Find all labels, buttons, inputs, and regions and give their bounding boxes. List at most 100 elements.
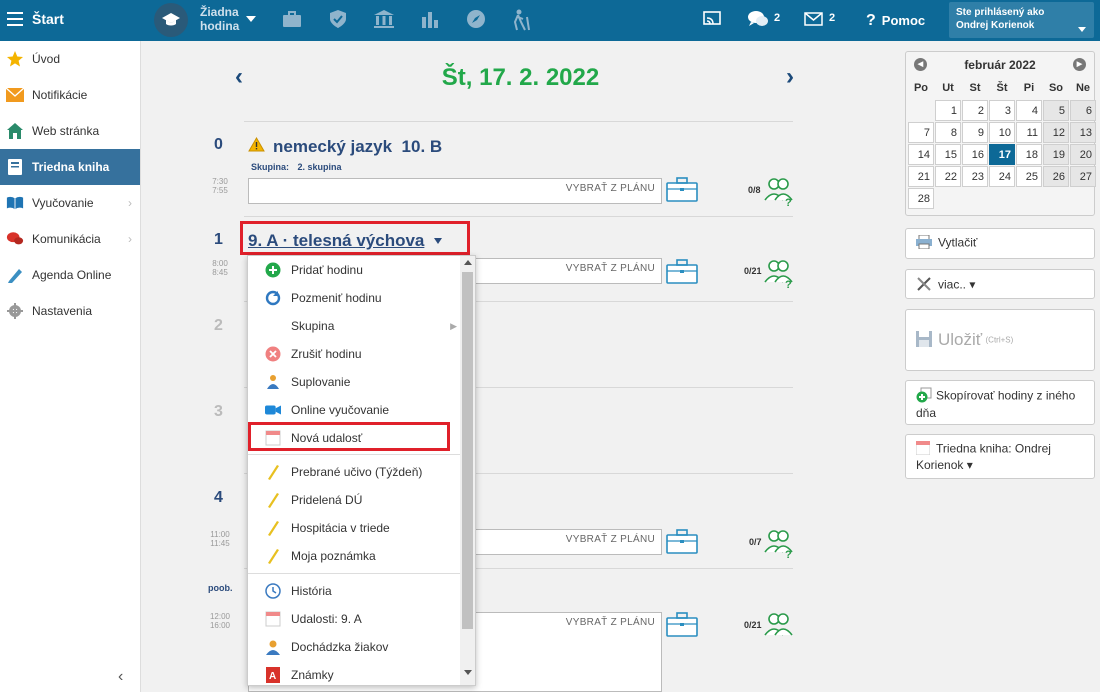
briefcase-icon[interactable] (666, 258, 698, 284)
menu-item-modify-lesson[interactable]: Pozmeniť hodinu (248, 284, 461, 312)
print-label: Vytlačiť (938, 235, 978, 250)
sidebar-item-triedna-kniha[interactable]: Triedna kniha (0, 149, 140, 185)
start-link[interactable]: Štart (32, 11, 64, 27)
briefcase-icon[interactable] (282, 9, 302, 34)
print-button[interactable]: Vytlačiť (905, 228, 1095, 259)
chat-icon[interactable] (747, 10, 769, 33)
menu-item-class-events[interactable]: Udalosti: 9. A (248, 605, 461, 633)
calendar-day[interactable]: 20 (1070, 144, 1096, 165)
menu-item-my-note[interactable]: Moja poznámka (248, 542, 461, 570)
calendar-day[interactable]: 28 (908, 188, 934, 209)
bar-chart-icon[interactable] (421, 9, 439, 34)
calendar-day[interactable]: 4 (1016, 100, 1042, 121)
calendar-day-today[interactable]: 17 (989, 144, 1015, 165)
menu-item-inspection[interactable]: Hospitácia v triede (248, 514, 461, 542)
hiking-icon[interactable] (510, 9, 532, 36)
time-start: 8:00 (212, 259, 228, 268)
students-icon[interactable]: ? (763, 528, 795, 561)
calendar-day[interactable]: 1 (935, 100, 961, 121)
sidebar-item-web-stranka[interactable]: Web stránka (0, 113, 140, 149)
calendar-day[interactable]: 19 (1043, 144, 1069, 165)
sidebar-item-vyucovanie[interactable]: Vyučovanie › (0, 185, 140, 221)
classbook-button[interactable]: Triedna kniha: Ondrej Korienok ▾ (905, 434, 1095, 479)
save-button[interactable]: Uložiť (Ctrl+S) (905, 309, 1095, 371)
sidebar-item-nastavenia[interactable]: Nastavenia (0, 293, 140, 329)
chat-icon (6, 230, 24, 248)
graduation-cap-icon[interactable] (154, 3, 188, 37)
calendar-day[interactable]: 25 (1016, 166, 1042, 187)
calendar-day[interactable]: 26 (1043, 166, 1069, 187)
calendar-day[interactable]: 21 (908, 166, 934, 187)
calendar-day[interactable]: 12 (1043, 122, 1069, 143)
calendar-day[interactable]: 11 (1016, 122, 1042, 143)
sidebar-item-agenda-online[interactable]: Agenda Online (0, 257, 140, 293)
shield-icon[interactable] (329, 9, 347, 34)
calendar-prev-icon[interactable]: ◀ (914, 58, 927, 71)
hour-label-line1: Žiadna (200, 5, 239, 19)
sidebar-item-uvod[interactable]: Úvod (0, 41, 140, 77)
menu-icon[interactable] (7, 12, 23, 26)
menu-item-online-teaching[interactable]: Online vyučovanie (248, 396, 461, 424)
calendar-day[interactable]: 5 (1043, 100, 1069, 121)
next-day-arrow[interactable]: › (786, 63, 794, 91)
calendar-day[interactable]: 13 (1070, 122, 1096, 143)
user-menu[interactable]: Ste prihlásený ako Ondrej Korienok (949, 2, 1094, 38)
subject-name: nemecký jazyk 10. B (273, 137, 443, 156)
more-button[interactable]: viac.. ▾ (905, 269, 1095, 299)
plan-input[interactable]: VYBRAŤ Z PLÁNU (248, 178, 662, 204)
menu-item-group[interactable]: Skupina ▶ (248, 312, 461, 340)
briefcase-icon[interactable] (666, 528, 698, 554)
calendar-day[interactable]: 3 (989, 100, 1015, 121)
calendar-day[interactable]: 2 (962, 100, 988, 121)
calendar-day[interactable]: 8 (935, 122, 961, 143)
calendar-day[interactable]: 15 (935, 144, 961, 165)
menu-item-homework[interactable]: Pridelená DÚ (248, 486, 461, 514)
briefcase-icon[interactable] (666, 611, 698, 637)
menu-item-history[interactable]: História (248, 577, 461, 605)
menu-item-attendance[interactable]: Dochádzka žiakov (248, 633, 461, 661)
menu-item-add-lesson[interactable]: Pridať hodinu (248, 256, 461, 284)
students-icon[interactable]: ? (763, 258, 795, 291)
period-time: 7:30 7:55 (205, 177, 235, 195)
period-number: 4 (214, 489, 223, 506)
students-icon[interactable]: ? (763, 176, 795, 209)
calendar-day[interactable]: 10 (989, 122, 1015, 143)
copy-lessons-button[interactable]: Skopírovať hodiny z iného dňa (905, 380, 1095, 425)
divider (244, 121, 793, 122)
calendar-day[interactable]: 24 (989, 166, 1015, 187)
lesson-title[interactable]: nemecký jazyk 10. B (248, 136, 443, 157)
attendance-count: 0/21 (744, 620, 762, 630)
sidebar-item-notifikacie[interactable]: Notifikácie (0, 77, 140, 113)
collapse-sidebar-icon[interactable]: ‹ (118, 668, 123, 686)
bank-icon[interactable] (373, 9, 395, 34)
time-end: 16:00 (209, 621, 231, 630)
menu-item-covered-topic[interactable]: Prebrané učivo (Týždeň) (248, 458, 461, 486)
sidebar-item-komunikacia[interactable]: Komunikácia › (0, 221, 140, 257)
menu-item-grades[interactable]: A Známky (248, 661, 461, 685)
calendar-next-icon[interactable]: ▶ (1073, 58, 1086, 71)
calendar-day[interactable]: 14 (908, 144, 934, 165)
sidebar-item-label: Vyučovanie (32, 196, 94, 210)
calendar-day[interactable]: 16 (962, 144, 988, 165)
hour-selector[interactable]: Žiadna hodina (200, 5, 239, 33)
cast-icon[interactable] (703, 11, 721, 32)
menu-item-cancel-lesson[interactable]: Zrušiť hodinu (248, 340, 461, 368)
help-button[interactable]: ? Pomoc (866, 12, 925, 30)
calendar-day[interactable]: 23 (962, 166, 988, 187)
calendar-day[interactable]: 27 (1070, 166, 1096, 187)
briefcase-icon[interactable] (666, 176, 698, 202)
chevron-down-icon[interactable] (246, 16, 256, 22)
compass-icon[interactable] (466, 9, 486, 34)
calendar-day[interactable]: 9 (962, 122, 988, 143)
scroll-up-arrow[interactable] (464, 260, 472, 265)
menu-scrollbar[interactable] (460, 256, 475, 685)
calendar-day[interactable]: 22 (935, 166, 961, 187)
menu-item-substitution[interactable]: Suplovanie (248, 368, 461, 396)
scrollbar-thumb[interactable] (462, 272, 473, 629)
calendar-day[interactable]: 6 (1070, 100, 1096, 121)
calendar-day[interactable]: 7 (908, 122, 934, 143)
calendar-day[interactable]: 18 (1016, 144, 1042, 165)
scroll-down-arrow[interactable] (464, 670, 472, 675)
mail-icon[interactable] (804, 12, 823, 31)
students-icon[interactable] (763, 611, 795, 639)
